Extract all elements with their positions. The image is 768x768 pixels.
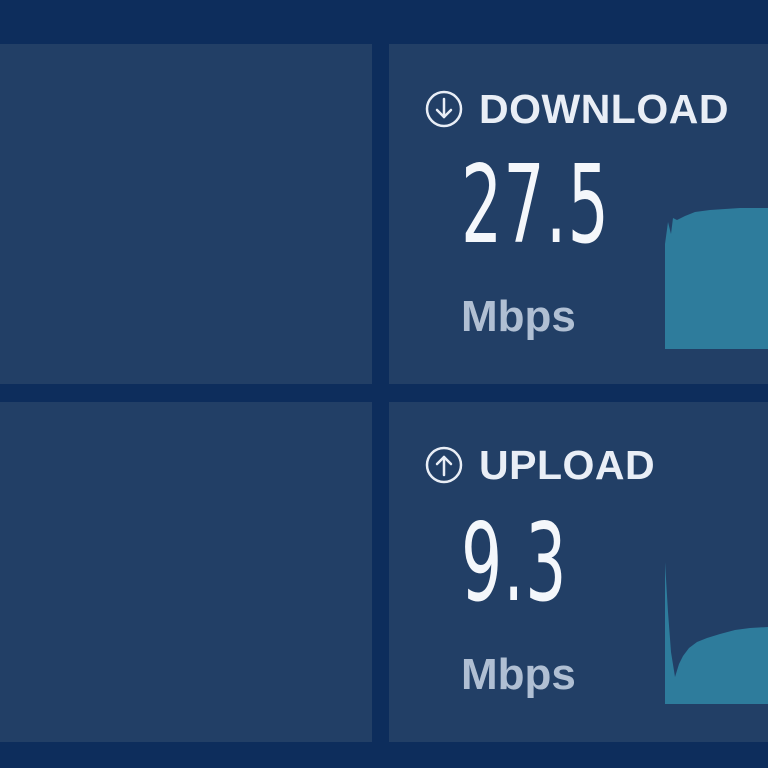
upload-speed-unit: Mbps — [461, 650, 576, 699]
arrow-down-circle-icon — [425, 90, 463, 128]
upload-title: UPLOAD — [479, 441, 656, 488]
empty-panel-bottom-left — [0, 402, 372, 742]
upload-speed-value: 9.3 — [461, 501, 568, 626]
download-speed-graph — [665, 208, 768, 349]
download-header: DOWNLOAD — [425, 86, 729, 132]
speed-test-dashboard: DOWNLOAD 27.5 Mbps UPLOAD 9.3 Mbps — [0, 0, 768, 768]
download-title: DOWNLOAD — [479, 85, 729, 132]
download-panel: DOWNLOAD 27.5 Mbps — [389, 44, 768, 384]
empty-panel-top-left — [0, 44, 372, 384]
download-speed-unit: Mbps — [461, 292, 576, 341]
upload-panel: UPLOAD 9.3 Mbps — [389, 402, 768, 742]
arrow-up-circle-icon — [425, 446, 463, 484]
download-speed-value: 27.5 — [461, 143, 611, 268]
upload-header: UPLOAD — [425, 442, 655, 488]
upload-speed-graph — [665, 562, 768, 704]
